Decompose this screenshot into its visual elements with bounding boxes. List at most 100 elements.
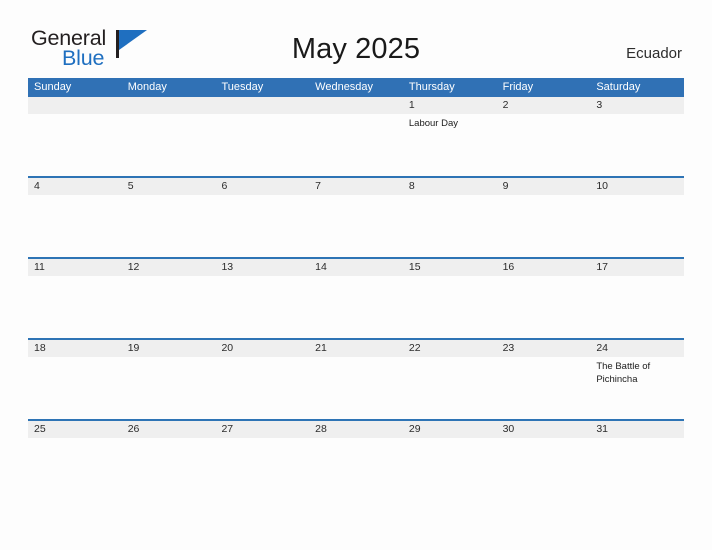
day-number-band (215, 97, 310, 114)
day-events (403, 357, 497, 361)
day-number-band: 28 (309, 421, 403, 438)
day-number-band: 22 (402, 340, 497, 357)
weekday-friday: Friday (502, 81, 534, 93)
day-cell[interactable]: 2 (496, 97, 591, 176)
day-cell[interactable]: 1 Labour Day (402, 97, 497, 176)
day-cell[interactable]: 8 (402, 178, 497, 257)
weekday-header-row: Sunday Monday Tuesday Wednesday Thursday… (28, 78, 684, 97)
calendar-week-row: 1 Labour Day 2 3 (28, 97, 685, 176)
day-events (497, 438, 591, 442)
day-cell[interactable]: 12 (121, 259, 216, 338)
day-number-band: 13 (215, 259, 310, 276)
day-number: 2 (502, 99, 509, 111)
weekday-sunday: Sunday (34, 81, 72, 93)
day-cell[interactable]: 22 (402, 340, 497, 419)
day-number-band: 20 (215, 340, 310, 357)
day-number-band: 2 (496, 97, 591, 114)
day-events (122, 195, 216, 199)
day-number-band: 4 (28, 178, 122, 195)
day-number-band: 6 (215, 178, 310, 195)
day-events (215, 195, 309, 199)
day-events: Labour Day (403, 114, 497, 131)
day-number: 25 (34, 423, 46, 435)
day-number: 9 (502, 180, 509, 192)
day-number-band: 11 (28, 259, 122, 276)
day-events (403, 438, 497, 442)
weekday-saturday: Saturday (596, 81, 641, 93)
day-cell[interactable]: 10 (590, 178, 685, 257)
weekday-thursday: Thursday (408, 81, 455, 93)
day-cell[interactable]: 16 (496, 259, 591, 338)
day-cell[interactable]: 27 (215, 421, 310, 500)
day-cell[interactable]: 23 (496, 340, 591, 419)
day-number: 8 (408, 180, 415, 192)
day-cell[interactable]: 11 (28, 259, 122, 338)
day-cell-empty (215, 97, 310, 176)
day-number: 18 (34, 342, 46, 354)
day-cell[interactable]: 4 (28, 178, 122, 257)
day-number-band: 27 (215, 421, 310, 438)
day-cell[interactable]: 5 (121, 178, 216, 257)
day-cell[interactable]: 9 (496, 178, 591, 257)
day-number-band: 26 (121, 421, 216, 438)
day-number-band: 15 (402, 259, 497, 276)
calendar-week-row: 11 12 13 14 15 16 17 (28, 257, 685, 338)
day-cell[interactable]: 21 (309, 340, 403, 419)
day-number: 16 (502, 261, 515, 273)
day-cell[interactable]: 7 (309, 178, 403, 257)
day-number-band (309, 97, 403, 114)
calendar-grid: Sunday Monday Tuesday Wednesday Thursday… (28, 78, 685, 500)
day-number-band: 24 (590, 340, 685, 357)
day-events (590, 114, 684, 118)
day-events (309, 195, 403, 199)
day-events (309, 357, 403, 361)
holiday-event: The Battle of Pichincha (596, 361, 651, 385)
holiday-event: Labour Day (408, 118, 458, 129)
day-cell[interactable]: 30 (496, 421, 591, 500)
day-number: 10 (596, 180, 608, 192)
page-header: General Blue May 2025 Ecuador (0, 0, 712, 78)
day-number: 21 (315, 342, 327, 354)
day-cell[interactable]: 25 (28, 421, 122, 500)
day-cell[interactable]: 14 (309, 259, 403, 338)
day-number: 23 (502, 342, 515, 354)
day-cell[interactable]: 24 The Battle of Pichincha (590, 340, 685, 419)
day-events (403, 195, 497, 199)
day-number-band: 7 (309, 178, 403, 195)
day-number: 3 (596, 99, 603, 111)
day-cell[interactable]: 13 (215, 259, 310, 338)
calendar-week-row: 4 5 6 7 8 9 10 (28, 176, 685, 257)
weekday-wednesday: Wednesday (315, 81, 374, 93)
day-cell[interactable]: 26 (121, 421, 216, 500)
day-cell[interactable]: 17 (590, 259, 685, 338)
day-number: 13 (221, 261, 234, 273)
day-cell[interactable]: 15 (402, 259, 497, 338)
day-number: 31 (596, 423, 608, 435)
day-number-band: 19 (121, 340, 216, 357)
day-cell[interactable]: 29 (402, 421, 497, 500)
day-number: 22 (408, 342, 421, 354)
day-number-band: 17 (590, 259, 685, 276)
day-cell[interactable]: 20 (215, 340, 310, 419)
day-number: 1 (408, 99, 415, 111)
day-cell-empty (121, 97, 216, 176)
day-cell[interactable]: 18 (28, 340, 122, 419)
week-cells: 4 5 6 7 8 9 10 (28, 178, 685, 257)
day-events (497, 114, 591, 118)
day-cell[interactable]: 28 (309, 421, 403, 500)
day-events (497, 195, 591, 199)
day-events (497, 357, 591, 361)
day-cell[interactable]: 3 (590, 97, 685, 176)
day-cell[interactable]: 6 (215, 178, 310, 257)
day-number-band: 1 (402, 97, 497, 114)
day-number: 30 (502, 423, 515, 435)
day-number: 12 (127, 261, 140, 273)
day-cell-empty (28, 97, 122, 176)
day-number-band: 25 (28, 421, 122, 438)
day-events (590, 276, 684, 280)
day-cell[interactable]: 31 (590, 421, 685, 500)
day-number-band (121, 97, 216, 114)
day-cell[interactable]: 19 (121, 340, 216, 419)
day-events (309, 114, 403, 118)
day-events (590, 438, 684, 442)
